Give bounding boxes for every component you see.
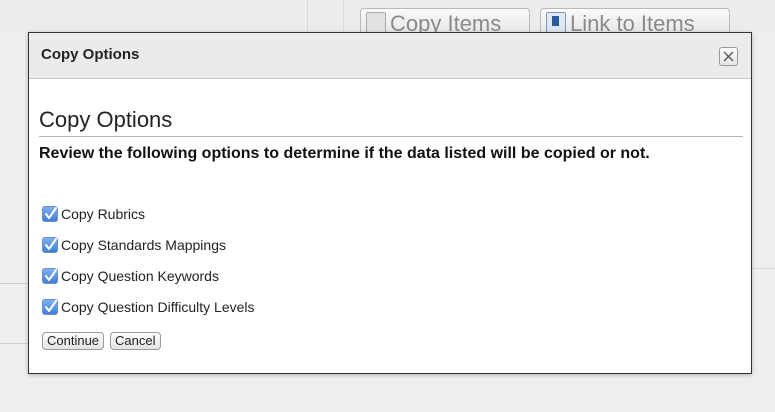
option-label: Copy Question Difficulty Levels bbox=[61, 298, 255, 315]
checkbox-copy-question-difficulty-levels[interactable] bbox=[42, 298, 58, 315]
dialog-titlebar[interactable]: Copy Options bbox=[29, 33, 751, 79]
dialog-title: Copy Options bbox=[41, 46, 140, 63]
options-list: Copy Rubrics Copy Standards Mappings Cop… bbox=[39, 198, 255, 322]
checkmark-icon bbox=[45, 237, 57, 250]
option-label: Copy Rubrics bbox=[61, 205, 146, 222]
dialog-actions: Continue Cancel bbox=[42, 332, 167, 350]
background-divider bbox=[307, 0, 308, 32]
background-divider bbox=[752, 268, 775, 269]
heading-divider bbox=[39, 136, 743, 137]
checkmark-icon bbox=[45, 206, 57, 219]
checkbox-copy-standards-mappings[interactable] bbox=[42, 236, 58, 253]
section-heading: Copy Options bbox=[39, 107, 173, 132]
cancel-button[interactable]: Cancel bbox=[110, 332, 161, 350]
option-copy-rubrics[interactable]: Copy Rubrics bbox=[39, 198, 255, 229]
option-copy-question-keywords[interactable]: Copy Question Keywords bbox=[39, 260, 255, 291]
copy-icon bbox=[366, 12, 386, 34]
continue-button[interactable]: Continue bbox=[42, 332, 105, 350]
option-label: Copy Question Keywords bbox=[61, 267, 219, 284]
copy-options-dialog: Copy Options Copy Options Review the fol… bbox=[28, 32, 752, 374]
link-icon bbox=[546, 12, 566, 34]
option-copy-standards-mappings[interactable]: Copy Standards Mappings bbox=[39, 229, 255, 260]
checkmark-icon bbox=[45, 268, 57, 281]
option-label: Copy Standards Mappings bbox=[61, 236, 226, 253]
checkbox-copy-question-keywords[interactable] bbox=[42, 267, 58, 284]
close-button[interactable] bbox=[719, 47, 738, 66]
background-divider bbox=[0, 343, 30, 344]
checkbox-copy-rubrics[interactable] bbox=[42, 205, 58, 222]
intro-text: Review the following options to determin… bbox=[39, 145, 650, 162]
background-divider bbox=[343, 0, 344, 32]
checkmark-icon bbox=[45, 299, 57, 312]
option-copy-question-difficulty-levels[interactable]: Copy Question Difficulty Levels bbox=[39, 291, 255, 322]
close-icon bbox=[723, 51, 734, 62]
background-divider bbox=[0, 283, 30, 284]
